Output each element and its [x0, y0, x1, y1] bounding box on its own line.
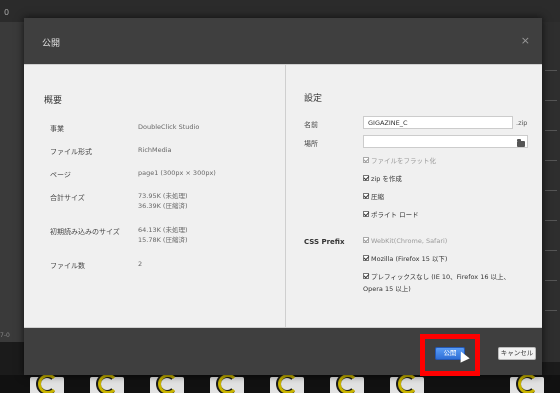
right-panel-row [545, 220, 557, 221]
cancel-button[interactable]: キャンセル [498, 347, 536, 360]
dialog-body: 概要 事業 DoubleClick Studio ファイル形式 RichMedi… [24, 64, 542, 328]
summary-label: 合計サイズ [50, 194, 85, 202]
summary-label: 事業 [50, 125, 64, 133]
location-label: 場所 [304, 140, 318, 148]
right-panel-row [545, 160, 557, 161]
summary-value: 64.13K (未処理) [138, 226, 188, 234]
folder-icon[interactable] [517, 139, 525, 147]
checkbox-label: プレフィックスなし (IE 10、Firefox 16 以上、 [371, 273, 511, 281]
film-frame [390, 375, 424, 393]
summary-value: DoubleClick Studio [138, 123, 200, 131]
film-frame [210, 375, 244, 393]
left-panel-label: 7-0 [0, 332, 10, 339]
checkbox-label: ポライト ロード [371, 211, 419, 219]
checkbox-label-continued: Opera 15 以上) [363, 285, 411, 293]
right-panel-row [545, 310, 557, 311]
film-frame [510, 375, 544, 393]
right-panel [542, 22, 560, 362]
checkbox-label: 圧縮 [371, 193, 384, 201]
checkbox-mozilla[interactable]: Mozilla (Firefox 15 以下) [363, 254, 447, 265]
right-panel-row [545, 70, 557, 71]
left-panel [0, 22, 25, 342]
summary-value: 2 [138, 260, 143, 268]
checkbox-label: zip を作成 [371, 175, 402, 183]
film-frame [330, 375, 364, 393]
right-panel-row [545, 190, 557, 191]
name-input[interactable] [363, 116, 513, 129]
right-panel-row [545, 100, 557, 101]
toolbar-tab[interactable]: 0 [4, 8, 9, 17]
checkbox-create-zip[interactable]: zip を作成 [363, 174, 402, 185]
summary-value: page1 (300px × 300px) [138, 169, 216, 177]
checkbox-compress[interactable]: 圧縮 [363, 192, 384, 203]
checkbox-flatten-files[interactable]: ファイルをフラット化 [363, 156, 436, 167]
summary-label: ファイル数 [50, 262, 85, 270]
close-icon[interactable]: × [521, 34, 530, 47]
summary-value-secondary: 36.39K (圧縮済) [138, 202, 188, 210]
name-suffix: .zip [516, 119, 528, 127]
film-frame [90, 375, 124, 393]
film-frame [30, 375, 64, 393]
right-panel-row [545, 130, 557, 131]
column-divider [285, 65, 286, 327]
film-frame [150, 375, 184, 393]
timeline-filmstrip [0, 375, 560, 393]
location-input[interactable] [363, 135, 528, 148]
checkbox-label: Mozilla (Firefox 15 以下) [371, 255, 448, 263]
summary-label: ファイル形式 [50, 148, 92, 156]
checkbox-icon[interactable] [363, 237, 369, 243]
checkbox-label: WebKit(Chrome, Safari) [371, 237, 448, 245]
film-frame [270, 375, 304, 393]
checkbox-polite-load[interactable]: ポライト ロード [363, 210, 419, 221]
settings-title: 設定 [304, 94, 323, 104]
checkbox-no-prefix[interactable]: プレフィックスなし (IE 10、Firefox 16 以上、 [363, 272, 510, 283]
summary-title: 概要 [44, 96, 63, 106]
checkbox-webkit[interactable]: WebKit(Chrome, Safari) [363, 236, 447, 247]
dialog-title: 公開 [42, 39, 61, 49]
summary-value: RichMedia [138, 146, 172, 154]
css-prefix-label: CSS Prefix [304, 238, 345, 246]
summary-value: 73.95K (未処理) [138, 192, 188, 200]
right-panel-row [545, 250, 557, 251]
checkbox-icon[interactable] [363, 273, 369, 279]
checkbox-icon[interactable] [363, 157, 369, 163]
checkbox-icon[interactable] [363, 211, 369, 217]
right-panel-row [545, 280, 557, 281]
checkbox-icon[interactable] [363, 175, 369, 181]
summary-label: ページ [50, 171, 71, 179]
checkbox-icon[interactable] [363, 193, 369, 199]
checkbox-label: ファイルをフラット化 [371, 157, 436, 165]
checkbox-icon[interactable] [363, 255, 369, 261]
publish-dialog: 公開 × 概要 事業 DoubleClick Studio ファイル形式 Ric… [24, 18, 542, 375]
summary-value-secondary: 15.78K (圧縮済) [138, 236, 188, 244]
summary-label: 初期読み込みのサイズ [50, 228, 120, 236]
name-label: 名前 [304, 121, 318, 129]
